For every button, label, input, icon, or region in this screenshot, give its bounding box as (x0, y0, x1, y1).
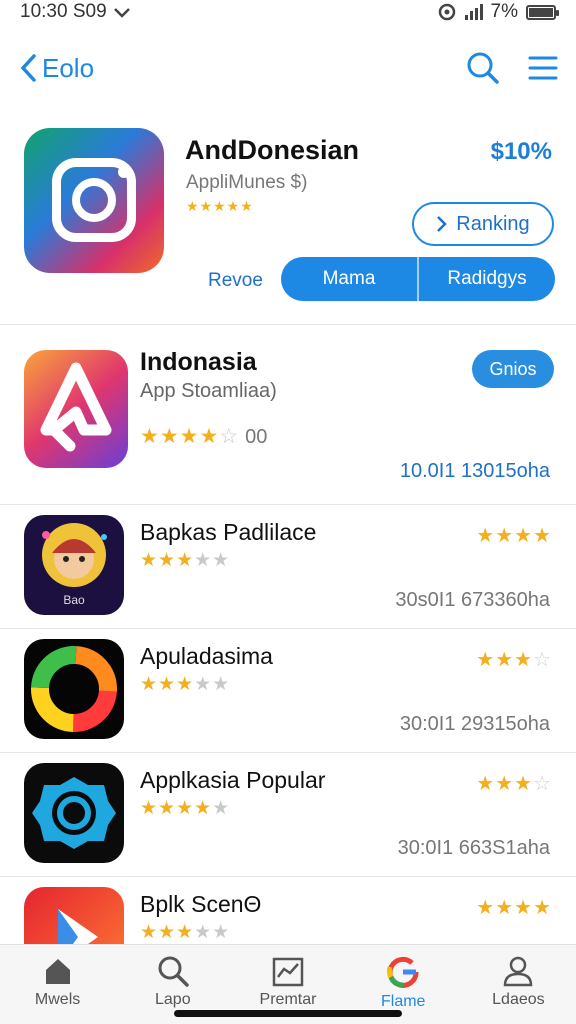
chevron-right-icon (437, 216, 448, 232)
tab-revoe[interactable]: Revoe (208, 270, 263, 292)
nav-bar: Eolo (0, 40, 576, 96)
tab-label: Premtar (259, 991, 317, 1008)
chart-icon (272, 957, 304, 987)
app-rating-count: 00 (245, 426, 268, 448)
app-title: Bapkas Padlilace (140, 519, 317, 545)
featured-app-subtitle: AppliMunes $) (186, 172, 308, 193)
get-button[interactable]: Gnios (472, 350, 554, 388)
app-list: Indonasia App Stoamliaa) ★★★★☆ 00 Gnios 1… (0, 330, 576, 1001)
featured-app-icon[interactable] (24, 128, 164, 273)
app-right-stars: ★★★★ (476, 525, 552, 547)
status-left: 10:30 S09 (20, 1, 131, 23)
status-bar: 10:30 S09 7% (0, 0, 576, 24)
search-icon (158, 956, 189, 987)
app-icon (24, 350, 128, 468)
app-meta: 30:0I1 663S1aha (397, 837, 550, 859)
featured-app-stars: ★★★★★ (186, 198, 254, 214)
back-button[interactable]: Eolo (18, 53, 94, 84)
search-icon[interactable] (466, 51, 500, 85)
app-right-stars: ★★★★ (476, 897, 552, 919)
home-icon (45, 959, 70, 984)
app-meta: 30s0I1 673360ha (395, 589, 550, 611)
app-rating-stars: ★★★★☆ 00 (140, 425, 268, 448)
menu-icon[interactable] (528, 55, 558, 81)
signal-icon (464, 4, 483, 20)
tab-ldaeos[interactable]: Ldaeos (461, 945, 576, 1024)
featured-app-price: $10% (490, 138, 552, 165)
status-time: 10:30 S09 (20, 1, 107, 22)
ranking-button[interactable]: Ranking (412, 202, 554, 246)
app-icon (24, 639, 124, 739)
app-icon: Bao (24, 515, 124, 615)
ranking-label: Ranking (456, 212, 530, 235)
segment-mama[interactable]: Mama (281, 257, 419, 301)
tab-label: Lapo (155, 991, 191, 1008)
app-title: Bplk ScenΘ (140, 891, 262, 917)
list-item[interactable]: Applkasia Popular ★★★★★ ★★★☆ 30:0I1 663S… (0, 753, 576, 877)
home-indicator[interactable] (174, 1010, 402, 1017)
app-rating-stars: ★★★★★ (140, 798, 231, 819)
tab-label: Mwels (34, 991, 81, 1008)
segment-radidgys[interactable]: Radidgys (419, 257, 555, 301)
tab-label: Flame (380, 993, 426, 1010)
chevron-down-icon (113, 8, 130, 18)
chevron-left-icon (20, 54, 36, 82)
app-right-stars: ★★★☆ (476, 773, 552, 795)
tab-mwels[interactable]: Mwels (0, 945, 115, 1024)
app-title: Indonasia (140, 348, 257, 376)
list-item[interactable]: Indonasia App Stoamliaa) ★★★★☆ 00 Gnios 1… (0, 330, 576, 505)
app-icon-badge: Bao (63, 593, 85, 607)
segmented-control: Mama Radidgys (281, 257, 555, 301)
app-title: Apuladasima (140, 643, 273, 669)
app-title: Applkasia Popular (140, 767, 326, 793)
app-right-stars: ★★★☆ (476, 649, 552, 671)
battery-percent: 7% (490, 1, 518, 22)
app-rating-stars: ★★★★★ (140, 922, 231, 943)
app-icon (24, 763, 124, 863)
list-item[interactable]: Bao Bapkas Padlilace ★★★★★ ★★★★ 30s0I1 6… (0, 505, 576, 629)
battery-icon (526, 4, 559, 20)
status-right: 7% (437, 1, 559, 23)
person-icon (504, 956, 533, 987)
alarm-icon (438, 3, 455, 21)
back-label: Eolo (42, 52, 95, 83)
featured-app-title: AndDonesian (185, 135, 360, 165)
google-icon (387, 956, 419, 988)
app-meta: 30:0I1 29315oha (399, 713, 550, 735)
list-item[interactable]: Apuladasima ★★★★★ ★★★☆ 30:0I1 29315oha (0, 629, 576, 753)
nav-actions (466, 51, 558, 85)
app-rating-stars: ★★★★★ (140, 550, 231, 571)
featured-app: AndDonesian $10% AppliMunes $) ★★★★★ Ran… (0, 120, 576, 325)
app-rating-stars: ★★★★★ (140, 674, 231, 695)
app-meta: 10.0I1 13015oha (399, 460, 550, 482)
tab-label: Ldaeos (492, 991, 545, 1008)
app-subtitle: App Stoamliaa) (140, 380, 277, 402)
